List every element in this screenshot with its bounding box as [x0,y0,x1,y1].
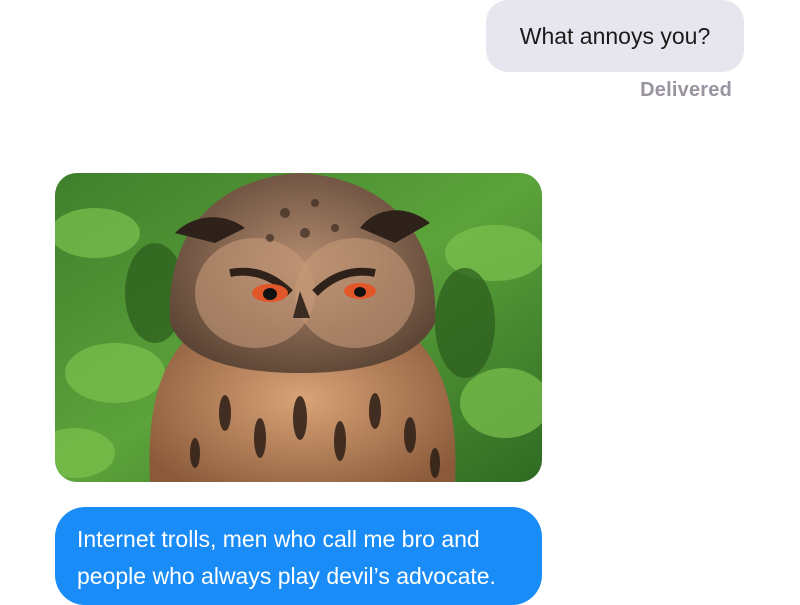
outgoing-message-bubble[interactable]: What annoys you? [486,0,744,72]
delivery-status: Delivered [640,79,732,101]
outgoing-message-text: What annoys you? [519,22,711,49]
incoming-image-message[interactable] [55,173,542,482]
owl-photo-icon [55,173,542,482]
incoming-message-text: Internet trolls, men who call me bro and… [77,526,496,589]
incoming-message-bubble[interactable]: Internet trolls, men who call me bro and… [55,507,542,605]
